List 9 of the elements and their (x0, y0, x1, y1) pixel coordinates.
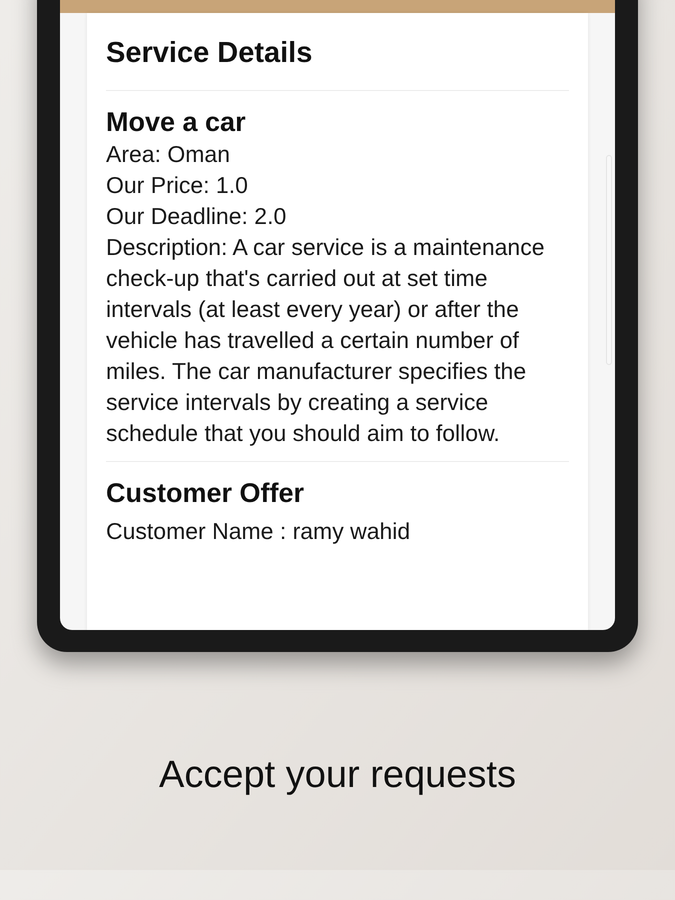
section-heading: Move a car (106, 106, 247, 139)
detail-text: Our Deadline: 2.0 (106, 202, 288, 231)
detail-text: Our Price: 1.0 (106, 171, 249, 200)
detail-text: Description: A car service is a maintenance check-up that's carried out at set time intervals (at least every year) or after the vehicle has travelled a certain number of miles. The car manufacturer specifies the service intervals by creating a service schedule that you should aim to follow. (106, 233, 546, 448)
detail-text: Area: Oman (106, 140, 231, 169)
caption: Accept your requests (159, 753, 516, 798)
detail-text: Customer Name : ramy wahid (106, 517, 412, 546)
section-heading: Customer Offer (106, 477, 306, 510)
card-title: Service Details (106, 36, 314, 71)
